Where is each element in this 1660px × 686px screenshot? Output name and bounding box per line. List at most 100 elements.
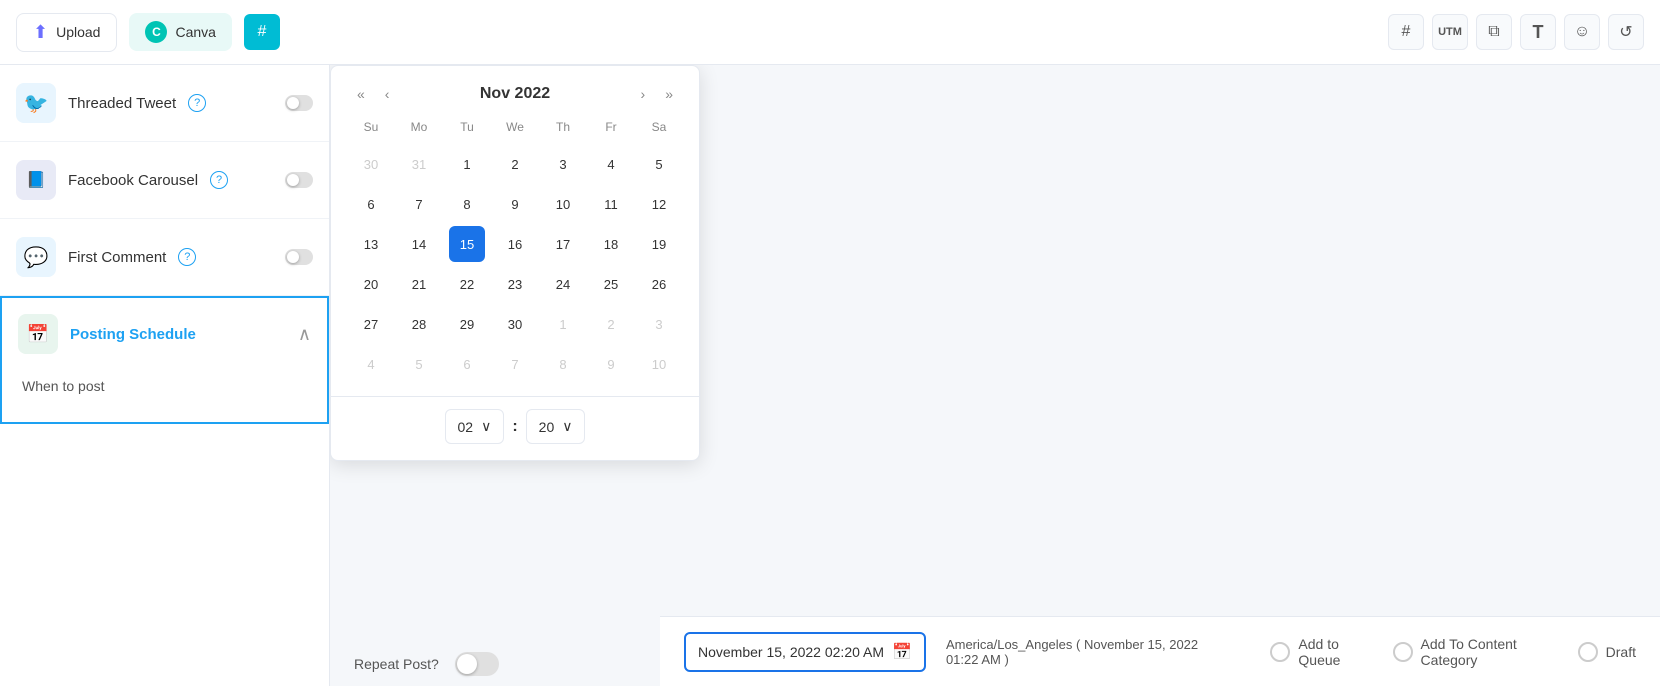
radio-draft[interactable]: Draft [1578, 642, 1636, 662]
calendar-next-button[interactable]: › [635, 82, 652, 106]
posting-schedule-header[interactable]: 📅 Posting Schedule ∧ [2, 298, 327, 370]
first-comment-toggle[interactable] [285, 249, 313, 265]
sidebar-item-facebook-carousel[interactable]: 📘 Facebook Carousel ? [0, 142, 329, 219]
cal-day-28[interactable]: 28 [401, 306, 437, 342]
cal-day-8-dec[interactable]: 8 [545, 346, 581, 382]
calendar-day-headers: Su Mo Tu We Th Fr Sa [347, 114, 683, 140]
active-tab-button[interactable]: # [244, 14, 280, 50]
hashtag-icon: # [1402, 23, 1411, 41]
cal-day-3-dec[interactable]: 3 [641, 306, 677, 342]
cal-day-5[interactable]: 5 [641, 146, 677, 182]
cal-day-2[interactable]: 2 [497, 146, 533, 182]
date-input-wrapper[interactable]: November 15, 2022 02:20 AM 📅 [684, 632, 926, 672]
refresh-button[interactable]: ↺ [1608, 14, 1644, 50]
radio-circle-queue [1270, 642, 1290, 662]
refresh-icon: ↺ [1619, 22, 1632, 42]
cal-day-7[interactable]: 7 [401, 186, 437, 222]
cal-day-2-dec[interactable]: 2 [593, 306, 629, 342]
cal-day-27[interactable]: 27 [353, 306, 389, 342]
radio-circle-content-category [1393, 642, 1413, 662]
repeat-post-toggle[interactable] [455, 652, 499, 676]
day-header-tu: Tu [443, 114, 491, 140]
canva-button[interactable]: C Canva [129, 13, 231, 51]
threaded-tweet-help-icon[interactable]: ? [188, 94, 206, 112]
hour-dropdown-icon: ∨ [481, 418, 491, 435]
cal-day-9[interactable]: 9 [497, 186, 533, 222]
cal-day-7-dec[interactable]: 7 [497, 346, 533, 382]
cal-day-6[interactable]: 6 [353, 186, 389, 222]
cal-day-13[interactable]: 13 [353, 226, 389, 262]
calendar-prev-button[interactable]: ‹ [379, 82, 396, 106]
minute-dropdown-icon: ∨ [562, 418, 572, 435]
cal-day-10-dec[interactable]: 10 [641, 346, 677, 382]
upload-button[interactable]: ⬆ Upload [16, 13, 117, 52]
calendar-icon[interactable]: 📅 [892, 642, 912, 662]
minute-select[interactable]: 20 ∨ [526, 409, 586, 444]
facebook-carousel-toggle[interactable] [285, 172, 313, 188]
emoji-icon: ☺ [1574, 23, 1590, 41]
day-header-fr: Fr [587, 114, 635, 140]
cal-day-4-dec[interactable]: 4 [353, 346, 389, 382]
cal-day-30[interactable]: 30 [497, 306, 533, 342]
cal-day-15-selected[interactable]: 15 [449, 226, 485, 262]
cal-day-17[interactable]: 17 [545, 226, 581, 262]
active-tab-icon: # [257, 23, 266, 41]
emoji-button[interactable]: ☺ [1564, 14, 1600, 50]
toolbar: ⬆ Upload C Canva # # UTM ⧉ T ☺ ↺ [0, 0, 1660, 65]
cal-day-14[interactable]: 14 [401, 226, 437, 262]
cal-day-18[interactable]: 18 [593, 226, 629, 262]
cal-day-9-dec[interactable]: 9 [593, 346, 629, 382]
facebook-carousel-help-icon[interactable]: ? [210, 171, 228, 189]
cal-day-1[interactable]: 1 [449, 146, 485, 182]
radio-label-queue: Add to Queue [1298, 636, 1372, 668]
sidebar: 🐦 Threaded Tweet ? 📘 Facebook Carousel ?… [0, 65, 330, 686]
cal-day-1-dec[interactable]: 1 [545, 306, 581, 342]
calendar-header: « ‹ Nov 2022 › » [331, 66, 699, 114]
sidebar-item-threaded-tweet[interactable]: 🐦 Threaded Tweet ? [0, 65, 329, 142]
radio-add-to-content-category[interactable]: Add To Content Category [1393, 636, 1558, 668]
cal-day-26[interactable]: 26 [641, 266, 677, 302]
cal-day-21[interactable]: 21 [401, 266, 437, 302]
cal-day-30-oct[interactable]: 30 [353, 146, 389, 182]
sidebar-item-first-comment[interactable]: 💬 First Comment ? [0, 219, 329, 296]
calendar-next-next-button[interactable]: » [659, 82, 679, 106]
layers-icon: ⧉ [1488, 23, 1499, 41]
calendar-year: 2022 [515, 85, 551, 102]
when-to-post-section: When to post [2, 370, 327, 422]
cal-day-6-dec[interactable]: 6 [449, 346, 485, 382]
upload-label: Upload [56, 24, 100, 40]
threaded-tweet-label: Threaded Tweet [68, 95, 176, 112]
cal-day-8[interactable]: 8 [449, 186, 485, 222]
threaded-tweet-toggle[interactable] [285, 95, 313, 111]
first-comment-help-icon[interactable]: ? [178, 248, 196, 266]
cal-day-29[interactable]: 29 [449, 306, 485, 342]
cal-day-31-oct[interactable]: 31 [401, 146, 437, 182]
comment-icon: 💬 [16, 237, 56, 277]
timezone-text: America/Los_Angeles ( November 15, 2022 … [946, 637, 1230, 667]
cal-day-5-dec[interactable]: 5 [401, 346, 437, 382]
calendar-popup: « ‹ Nov 2022 › » Su Mo Tu We Th Fr Sa 30… [330, 65, 700, 461]
radio-add-to-queue[interactable]: Add to Queue [1270, 636, 1372, 668]
text-format-button[interactable]: T [1520, 14, 1556, 50]
cal-day-12[interactable]: 12 [641, 186, 677, 222]
cal-day-4[interactable]: 4 [593, 146, 629, 182]
cal-day-20[interactable]: 20 [353, 266, 389, 302]
date-input-text: November 15, 2022 02:20 AM [698, 644, 884, 660]
cal-day-19[interactable]: 19 [641, 226, 677, 262]
utm-button[interactable]: UTM [1432, 14, 1468, 50]
cal-day-24[interactable]: 24 [545, 266, 581, 302]
cal-day-22[interactable]: 22 [449, 266, 485, 302]
cal-day-23[interactable]: 23 [497, 266, 533, 302]
cal-day-25[interactable]: 25 [593, 266, 629, 302]
cal-day-11[interactable]: 11 [593, 186, 629, 222]
radio-circle-draft [1578, 642, 1598, 662]
cal-day-10[interactable]: 10 [545, 186, 581, 222]
day-header-su: Su [347, 114, 395, 140]
calendar-prev-prev-button[interactable]: « [351, 82, 371, 106]
hour-select[interactable]: 02 ∨ [445, 409, 505, 444]
hashtag-button[interactable]: # [1388, 14, 1424, 50]
cal-day-16[interactable]: 16 [497, 226, 533, 262]
cal-day-3[interactable]: 3 [545, 146, 581, 182]
calendar-month-year: Nov 2022 [403, 85, 626, 103]
layers-button[interactable]: ⧉ [1476, 14, 1512, 50]
